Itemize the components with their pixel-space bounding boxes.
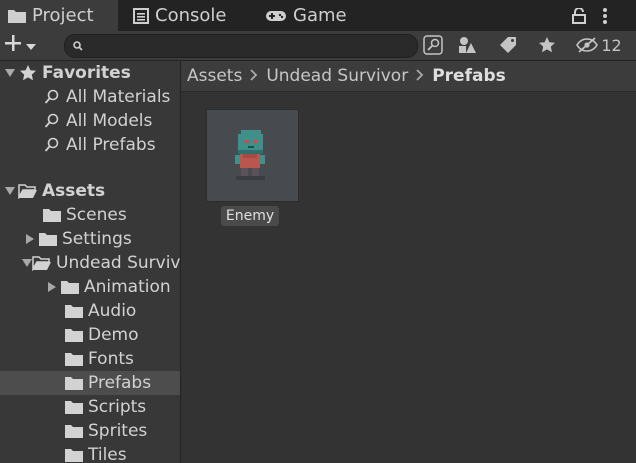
folder-icon	[64, 328, 84, 342]
create-button[interactable]	[4, 34, 36, 56]
tree-item-assets[interactable]: Assets	[0, 179, 180, 203]
filter-by-label-button[interactable]	[497, 34, 519, 56]
tree-label: Settings	[62, 229, 132, 249]
tree-label: All Models	[66, 111, 153, 131]
folder-icon	[42, 208, 62, 222]
chevron-right-icon	[416, 66, 424, 86]
tree-item-all-models[interactable]: All Models	[0, 109, 180, 133]
asset-thumbnail-enemy[interactable]	[206, 109, 299, 202]
filter-by-type-button[interactable]	[455, 34, 479, 56]
shapes-icon	[457, 35, 477, 55]
eye-slash-icon	[576, 37, 599, 53]
tree-label: Animation	[84, 277, 171, 297]
open-folder-icon	[18, 183, 38, 199]
project-toolbar: 12	[0, 31, 636, 61]
breadcrumb-assets[interactable]: Assets	[187, 66, 242, 86]
gamepad-icon	[265, 9, 287, 23]
tab-bar: Project Console Game	[0, 0, 636, 31]
tab-label-game: Game	[293, 5, 347, 26]
tree-label: Sprites	[88, 421, 148, 441]
search-icon	[42, 137, 62, 153]
folder-icon	[8, 9, 26, 23]
tree-item-sprites[interactable]: Sprites	[0, 419, 180, 443]
tab-project[interactable]: Project	[0, 0, 118, 31]
tree-label: Scripts	[88, 397, 147, 417]
tree-label: Favorites	[42, 63, 131, 83]
tree-item-settings[interactable]: Settings	[0, 227, 180, 251]
tree-label: Scenes	[66, 205, 127, 225]
breadcrumb-undead-survivor[interactable]: Undead Survivor	[266, 66, 408, 86]
folder-icon	[64, 376, 84, 390]
console-icon	[133, 7, 149, 24]
search-by-type-button[interactable]	[422, 34, 444, 56]
tree-label: Demo	[88, 325, 139, 345]
tree-label: Prefabs	[88, 373, 152, 393]
tree-label: Undead Survivor	[56, 253, 181, 273]
star-icon	[538, 36, 556, 54]
tree-label: Audio	[88, 301, 137, 321]
asset-label-enemy[interactable]: Enemy	[221, 206, 279, 226]
tag-icon	[499, 36, 517, 54]
collapsed-arrow-icon[interactable]	[44, 282, 60, 292]
expand-arrow-icon[interactable]	[2, 187, 18, 195]
lock-icon[interactable]	[572, 0, 592, 31]
search-icon	[73, 41, 83, 51]
favorites-filter-button[interactable]	[535, 34, 559, 56]
tree-label: All Prefabs	[66, 135, 156, 155]
tree-item-demo[interactable]: Demo	[0, 323, 180, 347]
tab-game[interactable]: Game	[265, 0, 365, 31]
folder-icon	[38, 232, 58, 246]
plus-icon	[4, 34, 22, 57]
tree-item-all-prefabs[interactable]: All Prefabs	[0, 133, 180, 157]
folder-tree: Favorites All Materials All Models All P…	[0, 61, 181, 463]
tree-item-undead-survivor[interactable]: Undead Survivor	[0, 251, 180, 275]
breadcrumb: Assets Undead Survivor Prefabs	[181, 61, 636, 92]
tree-item-fonts[interactable]: Fonts	[0, 347, 180, 371]
folder-icon	[60, 280, 80, 294]
tab-label-project: Project	[32, 5, 94, 26]
tree-label: Assets	[42, 181, 106, 201]
more-options-icon[interactable]	[602, 0, 616, 31]
chevron-right-icon	[250, 66, 258, 86]
search-icon	[42, 113, 62, 129]
tree-item-prefabs[interactable]: Prefabs	[0, 371, 180, 395]
expand-arrow-icon[interactable]	[22, 259, 32, 267]
search-icon	[42, 89, 62, 105]
open-folder-icon	[32, 255, 52, 271]
search-input[interactable]	[87, 37, 411, 55]
search-scope-icon	[423, 35, 443, 55]
hidden-packages-toggle[interactable]: 12	[573, 34, 625, 56]
asset-browser: Assets Undead Survivor Prefabs Enemy	[181, 61, 636, 463]
tree-label: All Materials	[66, 87, 171, 107]
tree-item-all-materials[interactable]: All Materials	[0, 85, 180, 109]
breadcrumb-prefabs[interactable]: Prefabs	[432, 66, 506, 86]
search-field[interactable]	[64, 34, 418, 58]
tree-item-scenes[interactable]: Scenes	[0, 203, 180, 227]
folder-icon	[64, 448, 84, 462]
tab-label-console: Console	[155, 5, 227, 26]
tree-item-tiles[interactable]: Tiles	[0, 443, 180, 463]
folder-icon	[64, 424, 84, 438]
folder-icon	[64, 400, 84, 414]
enemy-sprite-icon	[235, 130, 265, 180]
collapsed-arrow-icon[interactable]	[22, 234, 38, 244]
folder-icon	[64, 304, 84, 318]
tree-item-audio[interactable]: Audio	[0, 299, 180, 323]
tree-item-favorites[interactable]: Favorites	[0, 61, 180, 85]
hidden-count: 12	[601, 35, 622, 55]
tree-label: Tiles	[88, 445, 127, 463]
expand-arrow-icon[interactable]	[2, 69, 18, 77]
tree-item-scripts[interactable]: Scripts	[0, 395, 180, 419]
tab-console[interactable]: Console	[133, 0, 243, 31]
star-icon	[18, 64, 38, 82]
tree-label: Fonts	[88, 349, 134, 369]
tree-item-animation[interactable]: Animation	[0, 275, 180, 299]
folder-icon	[64, 352, 84, 366]
dropdown-arrow-icon	[26, 35, 36, 55]
